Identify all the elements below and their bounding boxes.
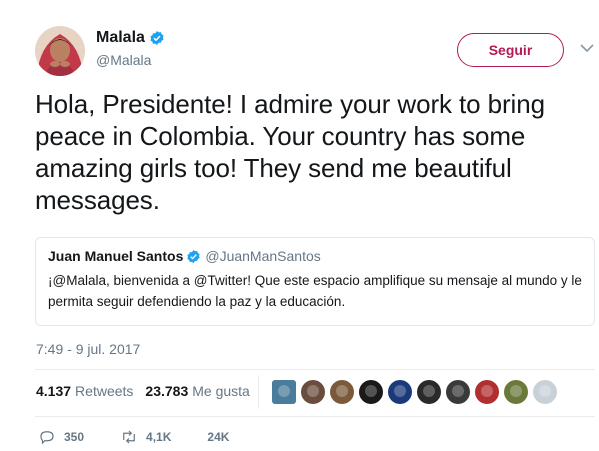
verified-badge-icon — [150, 31, 164, 45]
tweet-timestamp[interactable]: 7:49 - 9 jul. 2017 — [36, 341, 140, 357]
like-button[interactable]: 24K — [207, 430, 229, 444]
author-name[interactable]: Malala — [96, 29, 145, 47]
retweets-count: 4.137 — [36, 383, 72, 399]
author-avatar[interactable] — [35, 26, 85, 76]
like-count: 24K — [207, 430, 230, 444]
quoted-tweet-header: Juan Manuel Santos @JuanManSantos — [48, 248, 582, 264]
quoted-tweet-text: ¡@Malala, bienvenida a @Twitter! Que est… — [48, 273, 582, 309]
divider — [35, 369, 595, 370]
retweet-button[interactable]: 4,1K — [120, 428, 171, 446]
quoted-tweet[interactable]: Juan Manuel Santos @JuanManSantos ¡@Mala… — [35, 237, 595, 326]
likes-stat[interactable]: 23.783 Me gusta — [145, 383, 249, 399]
reply-button[interactable]: 350 — [38, 428, 84, 446]
retweet-count: 4,1K — [146, 430, 172, 444]
reply-count: 350 — [64, 430, 85, 444]
tweet-text: Hola, Presidente! I admire your work to … — [35, 89, 545, 215]
liker-avatar[interactable] — [475, 380, 499, 404]
divider — [35, 416, 595, 417]
retweet-icon — [123, 430, 135, 444]
liker-avatar[interactable] — [388, 380, 412, 404]
liker-avatar[interactable] — [446, 380, 470, 404]
stats-divider — [258, 375, 259, 409]
likes-count: 23.783 — [145, 383, 189, 399]
retweets-label: Retweets — [75, 383, 134, 399]
likes-label: Me gusta — [192, 383, 250, 399]
liker-avatar[interactable] — [533, 380, 557, 404]
liker-avatar[interactable] — [330, 380, 354, 404]
liker-avatars — [272, 380, 562, 404]
author-name-row[interactable]: Malala — [96, 29, 165, 47]
liker-avatar[interactable] — [504, 380, 528, 404]
quoted-author-name: Juan Manuel Santos — [48, 248, 184, 264]
liker-avatar[interactable] — [417, 380, 441, 404]
verified-badge-icon — [187, 249, 200, 263]
liker-avatar[interactable] — [272, 380, 296, 404]
chevron-down-icon[interactable] — [579, 40, 595, 56]
retweets-stat[interactable]: 4.137 Retweets — [36, 383, 133, 399]
liker-avatar[interactable] — [359, 380, 383, 404]
tweet-actions: 350 4,1K 24K — [38, 428, 265, 446]
quoted-author-handle: @JuanManSantos — [205, 248, 321, 264]
reply-icon — [40, 431, 54, 445]
liker-avatar[interactable] — [301, 380, 325, 404]
tweet-stats: 4.137 Retweets 23.783 Me gusta — [36, 383, 262, 399]
author-handle[interactable]: @Malala — [96, 52, 151, 68]
follow-button[interactable]: Seguir — [457, 33, 564, 67]
tweet-header: Malala @Malala Seguir — [35, 24, 595, 76]
